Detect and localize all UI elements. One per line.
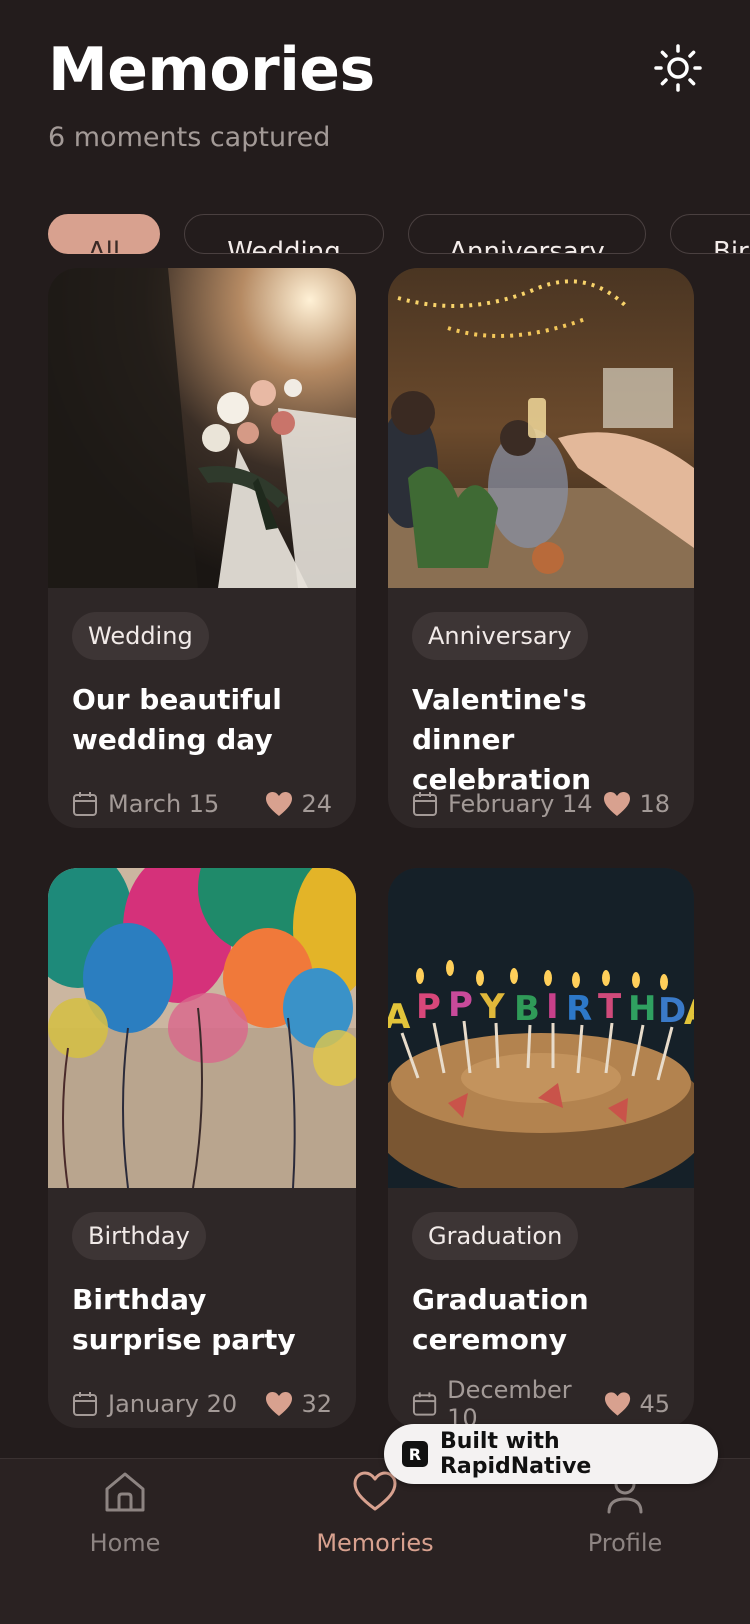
tab-memories-label: Memories (316, 1529, 434, 1557)
built-with-badge[interactable]: R Built with RapidNative (384, 1424, 718, 1484)
page-title: Memories (48, 35, 375, 105)
birthday-cake-candles-photo: A P P Y B I R T H D A (388, 868, 694, 1188)
memory-card[interactable]: Anniversary Valentine's dinner celebrati… (388, 268, 694, 828)
card-meta: February 14 18 (412, 786, 670, 822)
card-meta: December 10 45 (412, 1376, 670, 1428)
svg-text:H: H (628, 989, 656, 1029)
home-icon (105, 1472, 145, 1512)
card-date: March 15 (108, 790, 220, 818)
heart-icon[interactable] (604, 1391, 631, 1417)
svg-text:R: R (566, 989, 592, 1029)
svg-text:P: P (448, 985, 473, 1025)
calendar-icon (413, 792, 437, 816)
svg-text:P: P (416, 987, 441, 1027)
card-likes: 32 (301, 1390, 332, 1418)
rapidnative-logo-icon: R (402, 1441, 428, 1467)
card-title: Valentine's dinner celebration (412, 683, 592, 796)
heart-icon[interactable] (265, 1391, 293, 1417)
tab-home[interactable]: Home (25, 1469, 225, 1557)
theme-toggle-button[interactable] (652, 42, 704, 94)
calendar-icon (73, 1392, 97, 1416)
card-title: Graduation ceremony (412, 1283, 589, 1356)
card-title: Our beautiful wedding day (72, 683, 282, 756)
filter-chip-all[interactable]: All (48, 214, 160, 254)
category-tag: Birthday (72, 1212, 206, 1260)
card-likes: 18 (639, 790, 670, 818)
svg-text:T: T (598, 987, 622, 1027)
calendar-icon (73, 792, 97, 816)
built-with-label: Built with RapidNative (439, 1429, 592, 1479)
heart-icon (353, 1471, 397, 1511)
card-meta: March 15 24 (72, 786, 332, 822)
wedding-bouquet-photo (48, 268, 356, 588)
category-tag: Wedding (72, 612, 209, 660)
category-tag: Graduation (412, 1212, 579, 1260)
svg-text:D: D (658, 991, 686, 1031)
category-filter-bar: All Wedding Anniversary Bir (0, 214, 750, 258)
svg-text:Y: Y (479, 987, 505, 1027)
memory-card[interactable]: Wedding Our beautiful wedding day March … (48, 268, 356, 828)
card-meta: January 20 32 (72, 1386, 332, 1422)
balloons-photo (48, 868, 356, 1188)
category-tag: Anniversary (412, 612, 588, 660)
svg-text:B: B (514, 989, 540, 1029)
page-header: Memories 6 moments captured (48, 30, 375, 153)
heart-icon[interactable] (265, 791, 293, 817)
filter-chip-birthday[interactable]: Bir (670, 214, 750, 254)
svg-text:I: I (546, 987, 559, 1027)
card-date: February 14 (448, 790, 593, 818)
heart-icon[interactable] (603, 791, 631, 817)
filter-chip-anniversary[interactable]: Anniversary (408, 214, 646, 254)
tab-home-label: Home (89, 1529, 161, 1557)
card-likes: 45 (639, 1390, 670, 1418)
dinner-toast-photo (388, 268, 694, 588)
page-subtitle: 6 moments captured (48, 122, 331, 153)
calendar-icon (412, 1392, 437, 1416)
card-title: Birthday surprise party (72, 1283, 296, 1356)
sun-icon (654, 44, 702, 92)
memory-card[interactable]: Birthday Birthday surprise party January… (48, 868, 356, 1428)
card-date: January 20 (108, 1390, 238, 1418)
filter-chip-wedding[interactable]: Wedding (184, 214, 384, 254)
svg-text:A: A (684, 993, 694, 1033)
card-date: December 10 (447, 1376, 572, 1428)
card-likes: 24 (301, 790, 332, 818)
memory-card[interactable]: A P P Y B I R T H D A (388, 868, 694, 1428)
tab-profile-label: Profile (587, 1529, 663, 1557)
svg-text:A: A (388, 997, 411, 1037)
